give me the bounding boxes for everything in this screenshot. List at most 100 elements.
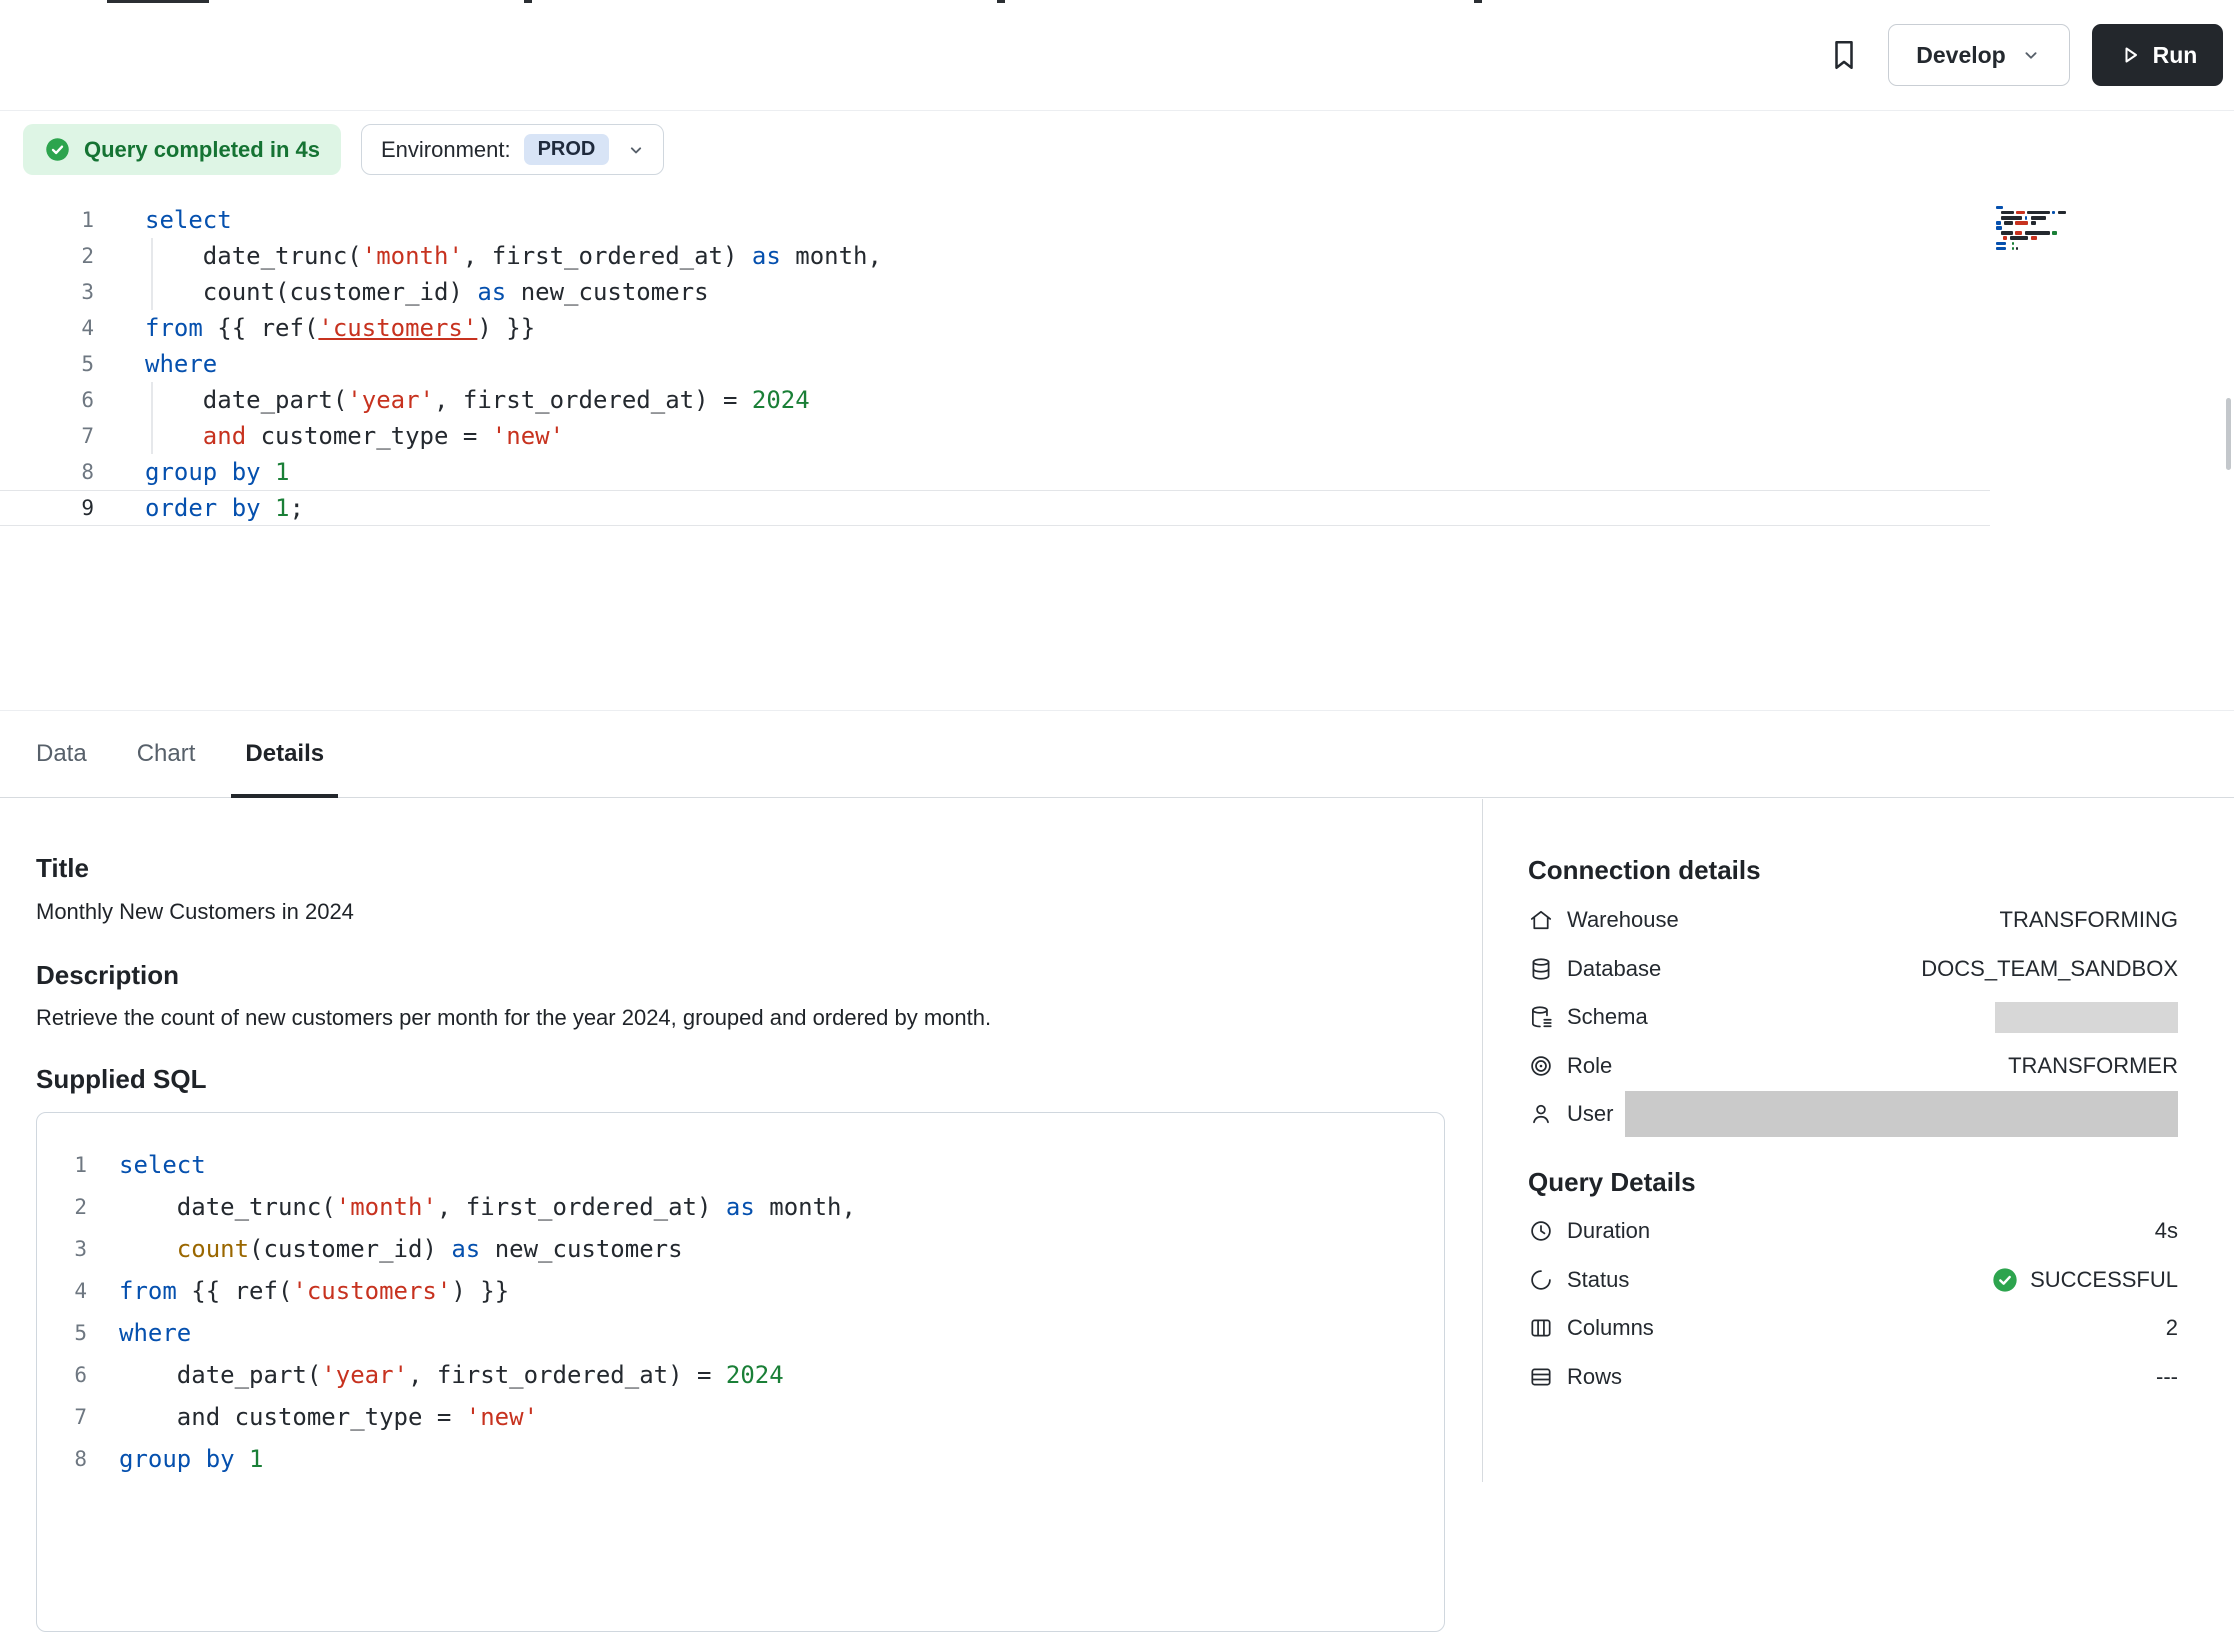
line-number: 7	[0, 424, 94, 448]
rows-value: ---	[2156, 1364, 2178, 1390]
code-line: 1select	[0, 202, 1990, 238]
database-icon	[1528, 956, 1554, 982]
code-line: 5where	[37, 1312, 1444, 1354]
environment-dropdown[interactable]: Environment: PROD	[361, 124, 664, 175]
header-bar: Develop Run	[0, 0, 2234, 111]
code-line: 6 date_part('year', first_ordered_at) = …	[37, 1354, 1444, 1396]
chevron-down-icon	[626, 140, 646, 160]
line-number: 1	[0, 208, 94, 232]
query-row-status: Status SUCCESSFUL	[1528, 1256, 2178, 1305]
connection-row-schema: Schema	[1528, 993, 2178, 1042]
run-button[interactable]: Run	[2092, 24, 2223, 86]
database-value: DOCS_TEAM_SANDBOX	[1921, 956, 2178, 982]
supplied-sql-heading: Supplied SQL	[36, 1064, 206, 1095]
code-text: from {{ ref('customers') }}	[145, 314, 535, 342]
columns-label: Columns	[1567, 1315, 1654, 1341]
develop-button-label: Develop	[1916, 42, 2005, 69]
code-line: 6 date_part('year', first_ordered_at) = …	[0, 382, 1990, 418]
tab-chart[interactable]: Chart	[137, 711, 196, 797]
line-number: 4	[0, 316, 94, 340]
database-label: Database	[1567, 956, 1661, 982]
indent-guide	[151, 382, 153, 454]
code-text: order by 1;	[145, 494, 304, 522]
code-text: and customer_type = 'new'	[145, 422, 564, 450]
develop-button[interactable]: Develop	[1888, 24, 2070, 86]
warehouse-icon	[1528, 907, 1554, 933]
code-line: 3 count(customer_id) as new_customers	[0, 274, 1990, 310]
connection-row-warehouse: Warehouse TRANSFORMING	[1528, 896, 2178, 945]
duration-value: 4s	[2155, 1218, 2178, 1244]
line-number: 8	[37, 1447, 87, 1471]
code-text: date_part('year', first_ordered_at) = 20…	[119, 1361, 784, 1389]
results-tabbar: Data Chart Details	[0, 710, 2234, 798]
code-line: 3 count(customer_id) as new_customers	[37, 1228, 1444, 1270]
code-text: group by 1	[119, 1445, 264, 1473]
indent-guide	[151, 238, 153, 310]
code-line: 7 and customer_type = 'new'	[0, 418, 1990, 454]
code-text: group by 1	[145, 458, 290, 486]
run-button-label: Run	[2153, 42, 2198, 69]
connection-rows: Warehouse TRANSFORMING Database DOCS_TEA…	[1528, 896, 2178, 1139]
code-line: 2 date_trunc('month', first_ordered_at) …	[0, 238, 1990, 274]
line-number: 4	[37, 1279, 87, 1303]
query-row-columns: Columns 2	[1528, 1304, 2178, 1353]
connection-details-heading: Connection details	[1528, 855, 1761, 886]
status-label: Status	[1567, 1267, 1629, 1293]
editor-minimap[interactable]	[1996, 206, 2108, 252]
query-row-rows: Rows ---	[1528, 1353, 2178, 1402]
user-label: User	[1567, 1101, 1613, 1127]
schema-label: Schema	[1567, 1004, 1648, 1030]
query-details-heading: Query Details	[1528, 1167, 1696, 1198]
connection-row-database: Database DOCS_TEAM_SANDBOX	[1528, 945, 2178, 994]
connection-details-panel: Connection details Warehouse TRANSFORMIN…	[1482, 799, 2234, 1482]
details-content: Title Monthly New Customers in 2024 Desc…	[36, 798, 1447, 1482]
connection-row-user: User	[1528, 1090, 2178, 1139]
scrollbar-thumb[interactable]	[2226, 398, 2231, 470]
top-tick	[1474, 0, 1482, 3]
description-value: Retrieve the count of new customers per …	[36, 1005, 991, 1031]
line-number: 8	[0, 460, 94, 484]
user-icon	[1528, 1101, 1554, 1127]
columns-value: 2	[2166, 1315, 2178, 1341]
code-text: date_part('year', first_ordered_at) = 20…	[145, 386, 810, 414]
code-line: 2 date_trunc('month', first_ordered_at) …	[37, 1186, 1444, 1228]
query-details-rows: Duration 4s Status SUCCESSFUL Columns 2	[1528, 1207, 2178, 1401]
bookmark-button[interactable]	[1816, 27, 1872, 83]
rows-label: Rows	[1567, 1364, 1622, 1390]
code-text: select	[119, 1151, 206, 1179]
tab-details[interactable]: Details	[245, 711, 324, 797]
code-text: from {{ ref('customers') }}	[119, 1277, 509, 1305]
code-line: 1select	[37, 1144, 1444, 1186]
top-tick	[997, 0, 1005, 3]
line-number: 6	[37, 1363, 87, 1387]
code-line: 5where	[0, 346, 1990, 382]
supplied-sql-block: 1select2 date_trunc('month', first_order…	[36, 1112, 1445, 1632]
columns-icon	[1528, 1315, 1554, 1341]
success-check-icon	[1991, 1266, 2019, 1294]
description-heading: Description	[36, 960, 179, 991]
code-line: 7 and customer_type = 'new'	[37, 1396, 1444, 1438]
warehouse-label: Warehouse	[1567, 907, 1679, 933]
status-value: SUCCESSFUL	[2030, 1267, 2178, 1293]
code-text: date_trunc('month', first_ordered_at) as…	[145, 242, 882, 270]
schema-value-redacted	[1995, 1002, 2178, 1033]
line-number: 3	[37, 1237, 87, 1261]
query-row-duration: Duration 4s	[1528, 1207, 2178, 1256]
duration-clock-icon	[1528, 1218, 1554, 1244]
status-spinner-icon	[1528, 1267, 1554, 1293]
environment-value-chip: PROD	[524, 134, 610, 165]
connection-row-role: Role TRANSFORMER	[1528, 1042, 2178, 1091]
sql-editor[interactable]: 1select2 date_trunc('month', first_order…	[0, 202, 2234, 708]
tab-data[interactable]: Data	[36, 711, 87, 797]
role-icon	[1528, 1053, 1554, 1079]
line-number: 5	[0, 352, 94, 376]
check-circle-icon	[44, 136, 71, 163]
editor-lines[interactable]: 1select2 date_trunc('month', first_order…	[0, 202, 1990, 526]
code-text: and customer_type = 'new'	[119, 1403, 538, 1431]
chevron-down-icon	[2020, 44, 2042, 66]
bookmark-icon	[1826, 37, 1862, 73]
query-status-badge: Query completed in 4s	[23, 124, 341, 175]
top-tick	[107, 0, 209, 3]
code-text: count(customer_id) as new_customers	[119, 1235, 683, 1263]
code-line: 8 group by 1	[37, 1438, 1444, 1480]
